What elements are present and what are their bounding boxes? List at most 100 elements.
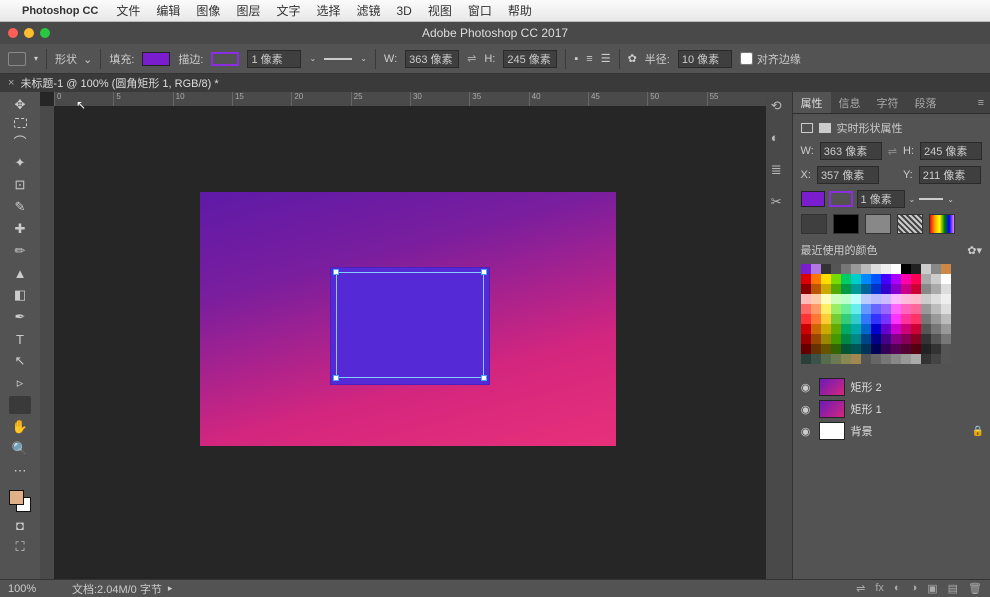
swatch-cell[interactable] — [801, 304, 811, 314]
arrange-icon[interactable]: ☰ — [601, 52, 611, 65]
mask-icon[interactable]: ◐ — [894, 582, 901, 595]
swatch-cell[interactable] — [901, 274, 911, 284]
fill-swatch[interactable] — [142, 52, 170, 66]
align-edges-check[interactable] — [740, 52, 753, 65]
swatch-cell[interactable] — [901, 304, 911, 314]
gear-icon[interactable]: ✿ — [628, 52, 637, 65]
swatch-cell[interactable] — [901, 354, 911, 364]
swatch-cell[interactable] — [891, 274, 901, 284]
new-layer-icon[interactable]: ▤ — [948, 582, 958, 595]
prop-stroke-swatch[interactable] — [829, 191, 853, 207]
swatch-cell[interactable] — [861, 324, 871, 334]
swatch-cell[interactable] — [891, 294, 901, 304]
menu-image[interactable]: 图像 — [196, 2, 220, 19]
visibility-icon[interactable]: ◉ — [799, 381, 813, 394]
swatch-cell[interactable] — [801, 344, 811, 354]
swatch-cell[interactable] — [901, 294, 911, 304]
swatch-cell[interactable] — [841, 304, 851, 314]
swatch-cell[interactable] — [931, 354, 941, 364]
swatch-cell[interactable] — [921, 264, 931, 274]
pattern-icon[interactable] — [897, 214, 923, 234]
marquee-tool-icon[interactable] — [14, 118, 27, 128]
swatch-cell[interactable] — [941, 324, 951, 334]
swatch-cell[interactable] — [811, 344, 821, 354]
document-info[interactable]: 文档:2.04M/0 字节 — [72, 581, 162, 597]
swatch-cell[interactable] — [881, 314, 891, 324]
stroke-swatch[interactable] — [211, 52, 239, 66]
zoom-level[interactable]: 100% — [8, 583, 58, 595]
swatch-cell[interactable] — [801, 264, 811, 274]
gradient-icon[interactable] — [929, 214, 955, 234]
swatch-cell[interactable] — [881, 274, 891, 284]
link-icon[interactable]: ⇌ — [856, 582, 865, 595]
swatch-cell[interactable] — [831, 354, 841, 364]
swatch-cell[interactable] — [801, 284, 811, 294]
swatch-cell[interactable] — [831, 264, 841, 274]
transform-bounds[interactable] — [336, 272, 484, 378]
swatch-cell[interactable] — [821, 274, 831, 284]
lock-icon[interactable]: 🔒 — [972, 426, 984, 437]
visibility-icon[interactable]: ◉ — [799, 403, 813, 416]
swatch-cell[interactable] — [941, 354, 951, 364]
visibility-icon[interactable]: ◉ — [799, 425, 813, 438]
wand-tool-icon[interactable]: ✦ — [9, 154, 31, 172]
chevron-down-icon[interactable]: ⌄ — [947, 195, 954, 204]
swatch-cell[interactable] — [801, 334, 811, 344]
layer-row[interactable]: ◉ 矩形 2 — [799, 376, 984, 398]
swatch-cell[interactable] — [881, 344, 891, 354]
swatch-cell[interactable] — [881, 324, 891, 334]
swatch-cell[interactable] — [871, 334, 881, 344]
swatch-cell[interactable] — [941, 274, 951, 284]
swatch-cell[interactable] — [901, 314, 911, 324]
layer-row[interactable]: ◉ 背景 🔒 — [799, 420, 984, 442]
swatch-cell[interactable] — [931, 274, 941, 284]
hand-tool-icon[interactable]: ✋ — [9, 418, 31, 436]
tab-close-icon[interactable]: × — [8, 77, 14, 89]
swatch-cell[interactable] — [901, 284, 911, 294]
swatch-cell[interactable] — [821, 334, 831, 344]
swatch-cell[interactable] — [871, 314, 881, 324]
scissors-icon[interactable]: ✂ — [771, 194, 787, 210]
more-tools-icon[interactable]: ⋯ — [9, 462, 31, 480]
swatch-cell[interactable] — [821, 294, 831, 304]
swatch-cell[interactable] — [931, 324, 941, 334]
path-tool-icon[interactable]: ↖ — [9, 352, 31, 370]
swatch-cell[interactable] — [911, 314, 921, 324]
swatch-cell[interactable] — [851, 344, 861, 354]
swatch-cell[interactable] — [901, 334, 911, 344]
zoom-tool-icon[interactable]: 🔍 — [9, 440, 31, 458]
swatch-cell[interactable] — [881, 354, 891, 364]
direct-select-icon[interactable]: ▹ — [9, 374, 31, 392]
gear-icon[interactable]: ✿▾ — [967, 244, 982, 257]
menu-file[interactable]: 文件 — [116, 2, 140, 19]
swatch-cell[interactable] — [861, 344, 871, 354]
swatch-cell[interactable] — [911, 294, 921, 304]
chevron-right-icon[interactable]: ▸ — [168, 583, 173, 594]
layer-thumb[interactable] — [819, 422, 845, 440]
align-edges-checkbox[interactable]: 对齐边缘 — [740, 51, 801, 67]
chevron-down-icon[interactable]: ⌄ — [360, 54, 367, 63]
swatch-cell[interactable] — [811, 324, 821, 334]
swatch-cell[interactable] — [821, 324, 831, 334]
width-input[interactable] — [405, 50, 459, 68]
heal-tool-icon[interactable]: ✚ — [9, 220, 31, 238]
swatch-cell[interactable] — [841, 334, 851, 344]
swatch-cell[interactable] — [921, 284, 931, 294]
tool-preset-icon[interactable] — [8, 52, 26, 66]
swatch-cell[interactable] — [831, 344, 841, 354]
swatch-cell[interactable] — [841, 264, 851, 274]
swatch-cell[interactable] — [941, 314, 951, 324]
chevron-down-icon[interactable]: ▾ — [34, 54, 38, 63]
swatch-cell[interactable] — [801, 354, 811, 364]
solid-black-icon[interactable] — [833, 214, 859, 234]
swatch-cell[interactable] — [801, 314, 811, 324]
swatch-cell[interactable] — [941, 284, 951, 294]
swatch-cell[interactable] — [841, 284, 851, 294]
menu-layer[interactable]: 图层 — [236, 2, 260, 19]
swatch-cell[interactable] — [911, 274, 921, 284]
swatch-cell[interactable] — [841, 344, 851, 354]
swatch-cell[interactable] — [871, 324, 881, 334]
swatch-cell[interactable] — [891, 334, 901, 344]
swatch-cell[interactable] — [921, 294, 931, 304]
menu-select[interactable]: 选择 — [316, 2, 340, 19]
